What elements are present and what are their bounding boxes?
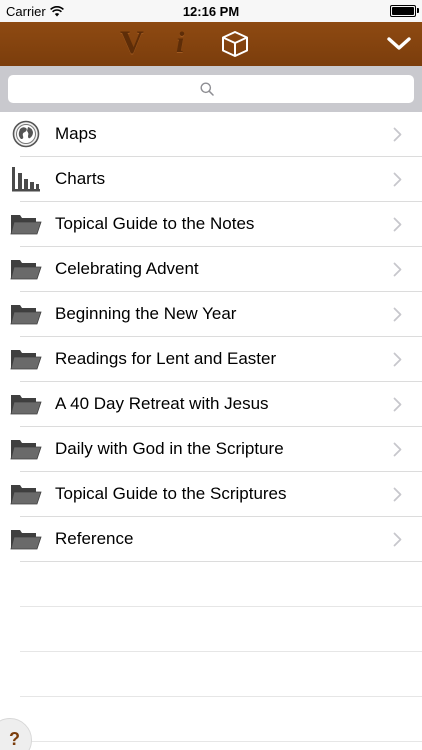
screen: Carrier 12:16 PM V i Maps Charts Topical… — [0, 0, 422, 750]
chevron-right-icon — [393, 397, 402, 412]
list-item-maps[interactable]: Maps — [0, 112, 422, 157]
list-item-lent-easter[interactable]: Readings for Lent and Easter — [0, 337, 422, 382]
chevron-right-icon — [393, 172, 402, 187]
chevron-right-icon — [393, 307, 402, 322]
search-field[interactable] — [8, 75, 414, 103]
list-item-label: Topical Guide to the Notes — [55, 214, 255, 233]
list-item-charts[interactable]: Charts — [0, 157, 422, 202]
folder-icon — [10, 305, 42, 325]
list-item-label: A 40 Day Retreat with Jesus — [55, 394, 269, 413]
list-item-celebrating-advent[interactable]: Celebrating Advent — [0, 247, 422, 292]
clock: 12:16 PM — [182, 4, 240, 19]
chevron-right-icon — [393, 127, 402, 142]
list-item-label: Celebrating Advent — [55, 259, 199, 278]
status-bar: Carrier 12:16 PM — [0, 0, 422, 22]
logo-v[interactable]: V — [120, 25, 144, 62]
list-item-label: Maps — [55, 124, 97, 143]
list-item-topical-guide-notes[interactable]: Topical Guide to the Notes — [0, 202, 422, 247]
list-item-label: Beginning the New Year — [55, 304, 237, 323]
list-item-label: Daily with God in the Scripture — [55, 439, 284, 458]
list-item-topical-guide-scriptures[interactable]: Topical Guide to the Scriptures — [0, 472, 422, 517]
empty-row — [0, 652, 422, 697]
folder-icon — [10, 485, 42, 505]
menu-list: Maps Charts Topical Guide to the Notes C… — [0, 112, 422, 742]
list-item-40-day-retreat[interactable]: A 40 Day Retreat with Jesus — [0, 382, 422, 427]
cube-icon[interactable] — [220, 30, 250, 58]
nav-bar: V i — [0, 22, 422, 66]
chevron-right-icon — [393, 487, 402, 502]
chevron-right-icon — [393, 352, 402, 367]
empty-row — [0, 562, 422, 607]
help-label: ? — [9, 729, 20, 749]
empty-row — [0, 607, 422, 652]
battery-icon — [390, 5, 416, 17]
folder-icon — [10, 260, 42, 280]
chevron-right-icon — [393, 217, 402, 232]
list-item-daily-with-god[interactable]: Daily with God in the Scripture — [0, 427, 422, 472]
search-bar — [0, 66, 422, 112]
empty-row — [0, 697, 422, 742]
list-item-label: Charts — [55, 169, 106, 188]
info-button[interactable]: i — [176, 26, 184, 60]
search-input[interactable] — [8, 75, 414, 103]
list-item-label: Readings for Lent and Easter — [55, 349, 277, 368]
folder-icon — [10, 215, 42, 235]
bar-chart-icon — [12, 167, 40, 192]
chevron-right-icon — [393, 532, 402, 547]
chevron-down-icon[interactable] — [386, 33, 412, 55]
chevron-right-icon — [393, 262, 402, 277]
list-item-beginning-new-year[interactable]: Beginning the New Year — [0, 292, 422, 337]
list-item-label: Reference — [55, 529, 134, 548]
folder-icon — [10, 395, 42, 415]
folder-icon — [10, 440, 42, 460]
chevron-right-icon — [393, 442, 402, 457]
battery-tip — [417, 8, 419, 13]
list-item-reference[interactable]: Reference — [0, 517, 422, 562]
globe-icon — [12, 120, 40, 148]
folder-icon — [10, 530, 42, 550]
folder-icon — [10, 350, 42, 370]
list-item-label: Topical Guide to the Scriptures — [55, 484, 287, 503]
